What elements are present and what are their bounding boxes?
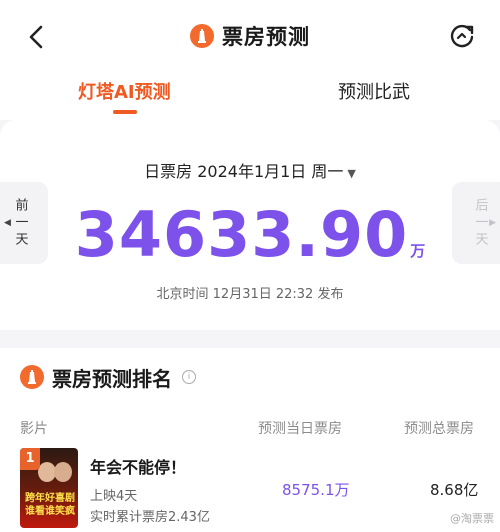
poster-figure-right <box>54 462 72 482</box>
tab-ai-forecast[interactable]: 灯塔AI预测 <box>78 78 171 104</box>
column-header-total-forecast[interactable]: 预测总票房 <box>404 418 474 438</box>
ranking-section: 票房预测排名 i 影片 预测当日票房 预测总票房 1 跨年好喜剧 谁看谁笑疯 年… <box>0 348 500 532</box>
ranking-header: 票房预测排名 i <box>20 362 196 392</box>
column-header-film: 影片 <box>20 421 48 437</box>
rank-badge: 1 <box>20 448 40 470</box>
tab-forecast-contest[interactable]: 预测比武 <box>338 78 410 104</box>
section-divider <box>0 330 500 348</box>
weekday: 周一 <box>311 162 344 181</box>
refresh-icon[interactable] <box>446 20 478 52</box>
watermark: @淘票票 <box>450 512 494 525</box>
tab-bar: 灯塔AI预测 预测比武 <box>0 70 500 114</box>
date-value: 2024年1月1日 <box>197 162 307 181</box>
ranking-title: 票房预测排名 <box>52 366 172 391</box>
active-tab-indicator <box>113 110 137 114</box>
film-release-days: 上映4天 <box>90 489 138 504</box>
date-label: 日票房 <box>144 162 193 181</box>
forecast-card: 日票房 2024年1月1日 周一 ▼ ◀ 前一天 后一天 ▶ 34633.90 万 … <box>0 120 500 330</box>
title-group: 票房预测 <box>0 20 500 52</box>
movie-poster[interactable]: 1 跨年好喜剧 谁看谁笑疯 <box>20 448 78 528</box>
caret-down-icon: ▼ <box>347 167 356 180</box>
poster-text: 跨年好喜剧 谁看谁笑疯 <box>25 493 75 517</box>
publish-time: 北京时间 12月31日 22:32 发布 <box>156 287 344 302</box>
date-selector[interactable]: 日票房 2024年1月1日 周一 ▼ <box>0 158 500 182</box>
page-title: 票房预测 <box>222 25 310 49</box>
forecast-number: 34633.90 <box>74 198 409 271</box>
film-cumulative-box: 实时累计票房2.43亿 <box>90 510 210 525</box>
top-bar: 票房预测 灯塔AI预测 预测比武 <box>0 0 500 120</box>
lighthouse-logo-icon <box>20 365 44 389</box>
info-icon[interactable]: i <box>182 370 196 384</box>
film-name[interactable]: 年会不能停！ <box>90 454 186 478</box>
film-day-forecast: 8575.1万 <box>282 481 350 499</box>
hero-section: 日票房 2024年1月1日 周一 ▼ ◀ 前一天 后一天 ▶ 34633.90 万 … <box>0 120 500 332</box>
column-header-day-forecast[interactable]: 预测当日票房 <box>258 418 342 438</box>
lighthouse-logo-icon <box>190 24 214 48</box>
forecast-unit: 万 <box>410 242 426 260</box>
film-total-forecast: 8.68亿 <box>430 481 479 499</box>
forecast-value: 34633.90 万 <box>0 198 500 271</box>
